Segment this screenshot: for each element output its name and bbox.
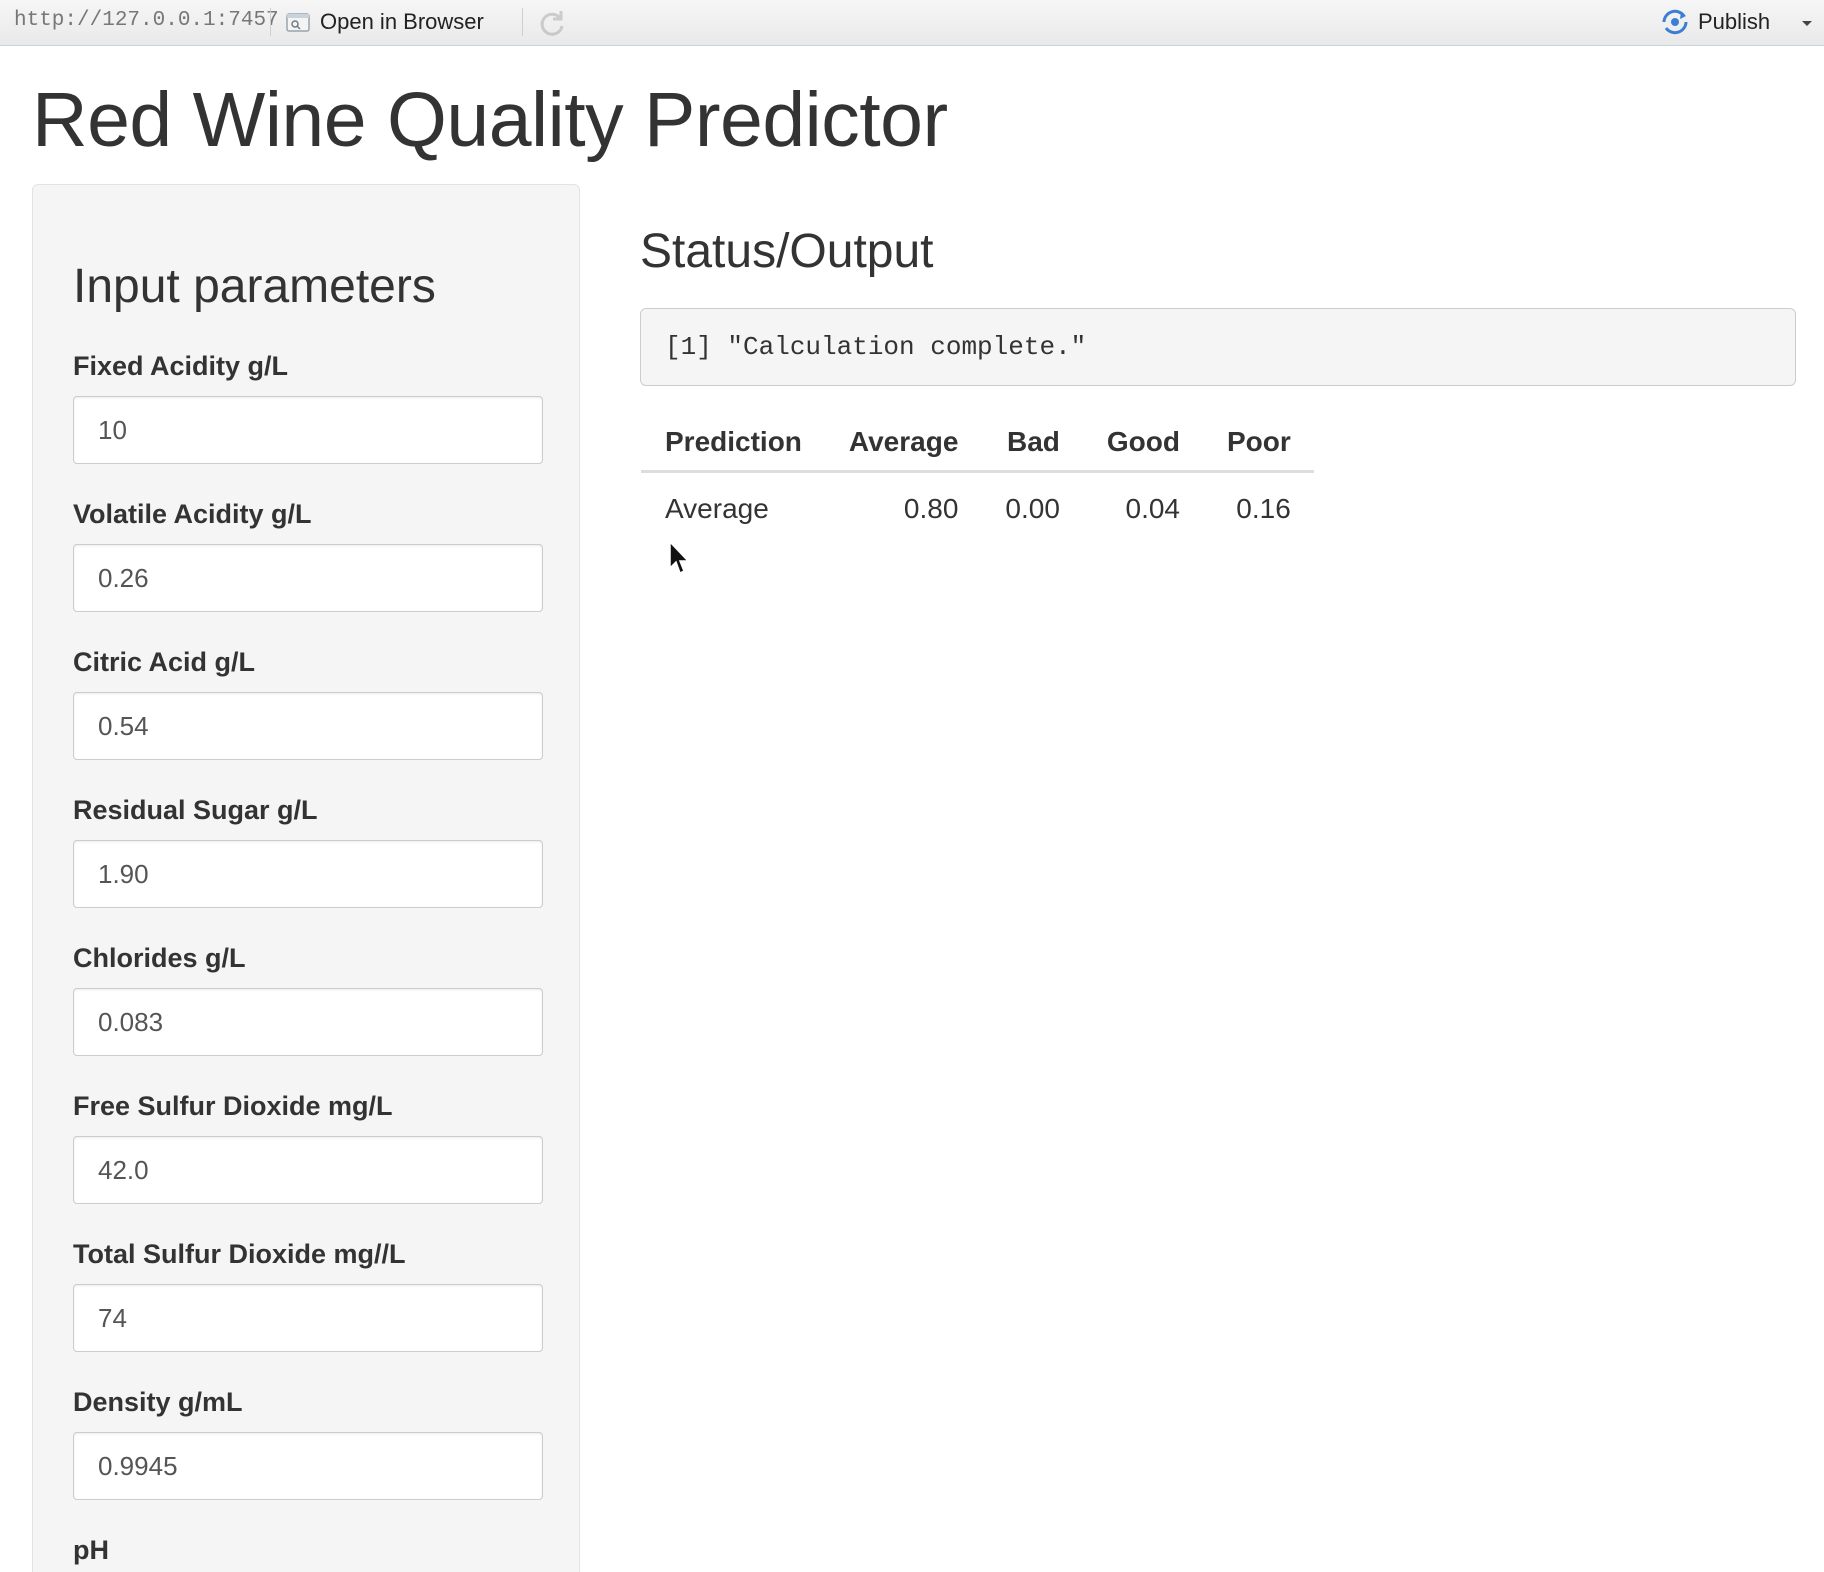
fixed-acidity-field: Fixed Acidity g/L bbox=[73, 353, 543, 464]
volatile-acidity-input[interactable] bbox=[73, 544, 543, 612]
residual-sugar-field: Residual Sugar g/L bbox=[73, 797, 543, 908]
viewer-toolbar: http://127.0.0.1:7457 Open in Browser Pu… bbox=[0, 0, 1824, 46]
open-in-browser-label: Open in Browser bbox=[320, 9, 484, 34]
free-sulfur-dioxide-label: Free Sulfur Dioxide mg/L bbox=[73, 1091, 393, 1121]
header-bad: Bad bbox=[981, 414, 1083, 473]
table-row: Average 0.80 0.00 0.04 0.16 bbox=[641, 472, 1314, 546]
sidebar-title: Input parameters bbox=[73, 260, 436, 313]
total-sulfur-dioxide-input[interactable] bbox=[73, 1284, 543, 1352]
status-output-box: [1] "Calculation complete." bbox=[640, 308, 1796, 386]
total-sulfur-dioxide-label: Total Sulfur Dioxide mg//L bbox=[73, 1239, 406, 1269]
residual-sugar-input[interactable] bbox=[73, 840, 543, 908]
header-prediction: Prediction bbox=[641, 414, 825, 473]
publish-button[interactable]: Publish bbox=[1660, 5, 1770, 39]
ph-field: pH bbox=[73, 1537, 543, 1572]
free-sulfur-dioxide-field: Free Sulfur Dioxide mg/L bbox=[73, 1093, 543, 1204]
header-good: Good bbox=[1082, 414, 1203, 473]
cell-poor: 0.16 bbox=[1236, 493, 1291, 524]
total-sulfur-dioxide-field: Total Sulfur Dioxide mg//L bbox=[73, 1241, 543, 1352]
chlorides-field: Chlorides g/L bbox=[73, 945, 543, 1056]
toolbar-separator bbox=[522, 8, 523, 36]
volatile-acidity-label: Volatile Acidity g/L bbox=[73, 499, 312, 529]
open-in-browser-button[interactable]: Open in Browser bbox=[286, 5, 484, 39]
publish-label: Publish bbox=[1698, 9, 1771, 34]
browser-window-icon bbox=[286, 13, 310, 32]
chlorides-input[interactable] bbox=[73, 988, 543, 1056]
density-input[interactable] bbox=[73, 1432, 543, 1500]
prediction-table: Prediction Average Bad Good Poor Average… bbox=[641, 414, 1314, 545]
url-text: http://127.0.0.1:7457 bbox=[14, 9, 279, 32]
fixed-acidity-label: Fixed Acidity g/L bbox=[73, 351, 289, 381]
fixed-acidity-input[interactable] bbox=[73, 396, 543, 464]
app-window: http://127.0.0.1:7457 Open in Browser Pu… bbox=[0, 0, 1824, 1572]
ph-label: pH bbox=[73, 1535, 109, 1565]
cell-bad: 0.00 bbox=[1005, 493, 1060, 524]
publish-icon bbox=[1662, 9, 1688, 35]
residual-sugar-label: Residual Sugar g/L bbox=[73, 795, 318, 825]
free-sulfur-dioxide-input[interactable] bbox=[73, 1136, 543, 1204]
header-poor: Poor bbox=[1203, 414, 1314, 473]
header-average: Average bbox=[824, 414, 982, 473]
density-field: Density g/mL bbox=[73, 1389, 543, 1500]
citric-acid-field: Citric Acid g/L bbox=[73, 649, 543, 760]
cell-prediction: Average bbox=[665, 493, 769, 524]
mouse-pointer-icon bbox=[669, 540, 690, 575]
density-label: Density g/mL bbox=[73, 1387, 243, 1417]
cell-good: 0.04 bbox=[1125, 493, 1181, 524]
page-title: Red Wine Quality Predictor bbox=[32, 77, 948, 163]
chevron-down-icon[interactable] bbox=[1796, 12, 1818, 34]
citric-acid-label: Citric Acid g/L bbox=[73, 647, 256, 677]
cell-average: 0.80 bbox=[903, 493, 959, 524]
chlorides-label: Chlorides g/L bbox=[73, 943, 246, 973]
refresh-icon[interactable] bbox=[536, 7, 568, 39]
output-title: Status/Output bbox=[640, 225, 934, 278]
toolbar-separator bbox=[270, 8, 271, 36]
table-header-row: Prediction Average Bad Good Poor bbox=[641, 414, 1314, 473]
citric-acid-input[interactable] bbox=[73, 692, 543, 760]
input-sidebar: Input parameters Fixed Acidity g/L Volat… bbox=[32, 184, 580, 1572]
volatile-acidity-field: Volatile Acidity g/L bbox=[73, 501, 543, 612]
